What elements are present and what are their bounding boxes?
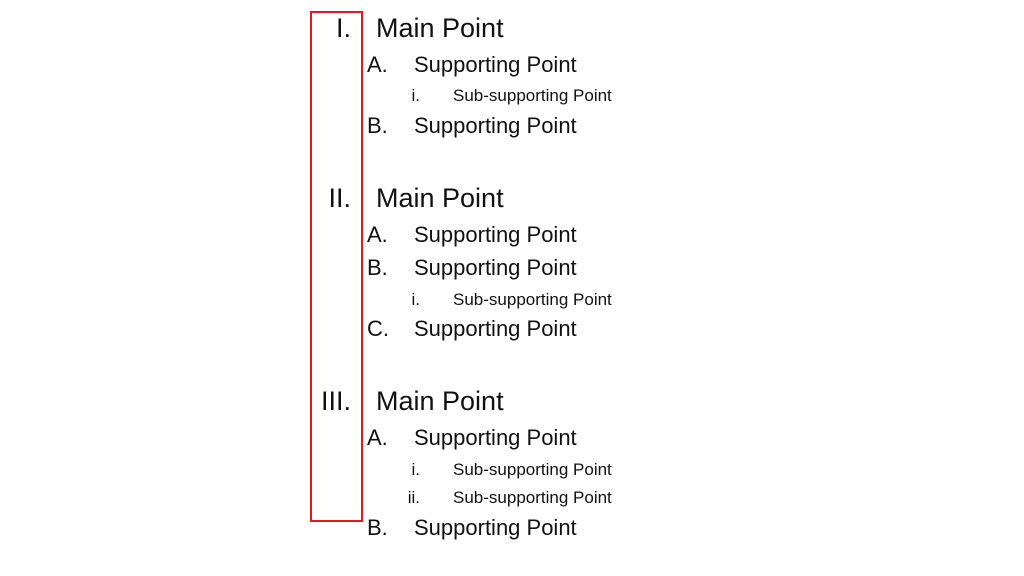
- sub-supporting-point-label: i.: [411, 86, 421, 105]
- supporting-point: A. Supporting Point: [0, 222, 1024, 250]
- main-point: I. Main Point: [0, 13, 1024, 47]
- sub-supporting-point-label: i.: [411, 290, 421, 309]
- supporting-point-label: B.: [367, 255, 388, 280]
- supporting-point-label: B.: [367, 113, 388, 138]
- sub-supporting-point: i. Sub-supporting Point: [0, 460, 1024, 482]
- supporting-point-text: Supporting Point: [414, 255, 577, 280]
- supporting-point-text: Supporting Point: [414, 515, 577, 540]
- supporting-point-label: C.: [367, 316, 389, 341]
- sub-supporting-point-text: Sub-supporting Point: [453, 86, 612, 105]
- sub-supporting-point-text: Sub-supporting Point: [453, 488, 612, 507]
- supporting-point-text: Supporting Point: [414, 52, 577, 77]
- supporting-point-label: A.: [367, 425, 388, 450]
- sub-supporting-point-text: Sub-supporting Point: [453, 290, 612, 309]
- sub-supporting-point: ii. Sub-supporting Point: [0, 488, 1024, 510]
- supporting-point-label: B.: [367, 515, 388, 540]
- sub-supporting-point-label: ii.: [407, 488, 420, 507]
- supporting-point: B. Supporting Point: [0, 255, 1024, 283]
- main-point: III. Main Point: [0, 386, 1024, 420]
- supporting-point-label: A.: [367, 52, 388, 77]
- sub-supporting-point: i. Sub-supporting Point: [0, 290, 1024, 312]
- supporting-point: A. Supporting Point: [0, 52, 1024, 80]
- supporting-point-label: A.: [367, 222, 388, 247]
- sub-supporting-point: i. Sub-supporting Point: [0, 86, 1024, 108]
- supporting-point: B. Supporting Point: [0, 515, 1024, 543]
- supporting-point-text: Supporting Point: [414, 425, 577, 450]
- supporting-point-text: Supporting Point: [414, 222, 577, 247]
- supporting-point: C. Supporting Point: [0, 316, 1024, 344]
- main-point-text: Main Point: [376, 386, 504, 416]
- sub-supporting-point-text: Sub-supporting Point: [453, 460, 612, 479]
- supporting-point-text: Supporting Point: [414, 113, 577, 138]
- main-point-numeral: III.: [320, 386, 351, 416]
- main-point: II. Main Point: [0, 183, 1024, 217]
- sub-supporting-point-label: i.: [411, 460, 421, 479]
- main-point-numeral: II.: [328, 183, 351, 213]
- supporting-point: A. Supporting Point: [0, 425, 1024, 453]
- supporting-point: B. Supporting Point: [0, 113, 1024, 141]
- main-point-text: Main Point: [376, 183, 504, 213]
- main-point-numeral: I.: [335, 13, 351, 43]
- supporting-point-text: Supporting Point: [414, 316, 577, 341]
- main-point-text: Main Point: [376, 13, 504, 43]
